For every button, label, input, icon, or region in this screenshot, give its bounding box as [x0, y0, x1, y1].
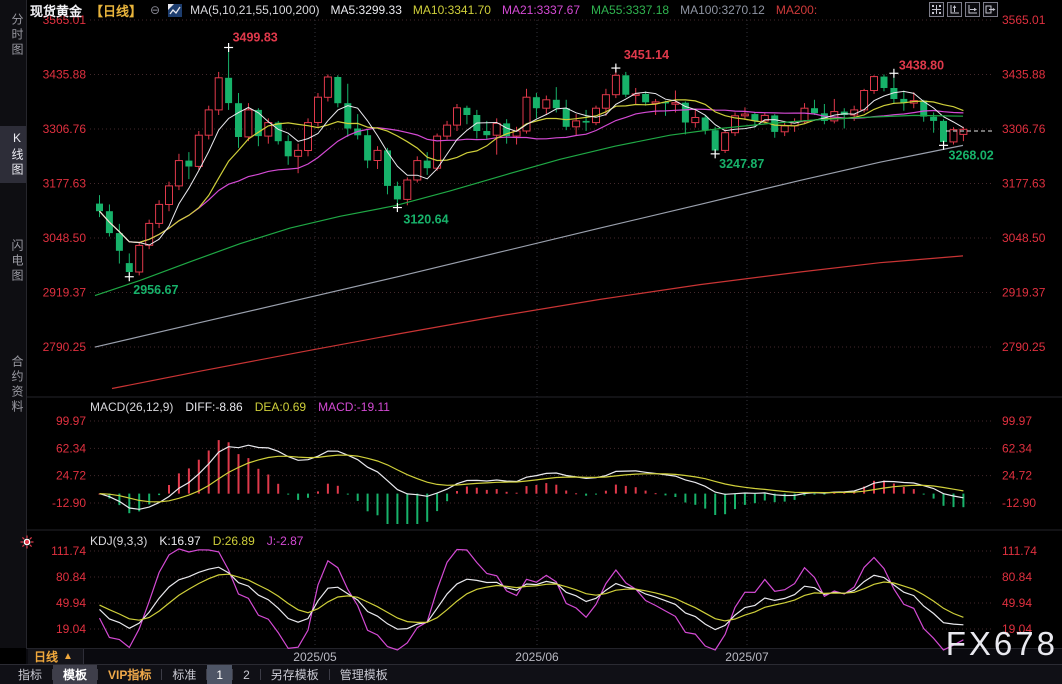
collapse-circle-icon[interactable]: ⊖	[150, 3, 160, 17]
svg-text:24.72: 24.72	[1002, 469, 1032, 483]
svg-text:24.72: 24.72	[56, 469, 86, 483]
value-label: MA(5,10,21,55,100,200)	[190, 3, 319, 17]
value-label: J:-2.87	[267, 534, 304, 548]
chart-header: 现货黄金 【日线】 ⊖ MA(5,10,21,55,100,200) MA5:32…	[30, 2, 817, 18]
tab-管理模板[interactable]: 管理模板	[330, 665, 398, 684]
svg-text:3306.76: 3306.76	[43, 122, 87, 136]
macd-header[interactable]: MACD(26,12,9) DIFF:-8.86 DEA:0.69 MACD:-19.…	[90, 400, 390, 414]
pan-icon[interactable]	[929, 2, 944, 17]
svg-text:49.94: 49.94	[1002, 596, 1032, 610]
value-label: KDJ(9,3,3)	[90, 534, 147, 548]
tab-1[interactable]: 1	[207, 665, 232, 684]
svg-text:80.84: 80.84	[56, 570, 86, 584]
collapse-arrow-icon: ▲	[63, 651, 73, 662]
sidebar-item-0[interactable]: 分时图	[0, 8, 26, 63]
svg-text:3435.88: 3435.88	[1002, 68, 1046, 82]
sidebar-item-3[interactable]: 合约资料	[0, 350, 26, 420]
svg-text:2919.37: 2919.37	[43, 285, 87, 299]
instrument-title: 现货黄金	[30, 1, 82, 20]
value-label: DIFF:-8.86	[185, 400, 242, 414]
svg-text:2790.25: 2790.25	[1002, 340, 1046, 354]
svg-text:-12.90: -12.90	[52, 496, 86, 510]
svg-text:2919.37: 2919.37	[1002, 285, 1046, 299]
value-label: MACD:-19.11	[318, 400, 390, 414]
svg-text:3048.50: 3048.50	[43, 231, 87, 245]
svg-text:3268.02: 3268.02	[949, 148, 994, 162]
x-axis-strip	[26, 648, 1062, 665]
svg-text:111.74: 111.74	[1002, 544, 1037, 558]
ma-values: MA(5,10,21,55,100,200) MA5:3299.33 MA10:33…	[190, 3, 817, 17]
kdj-alert-icon[interactable]	[20, 535, 34, 554]
scale-up-icon[interactable]	[947, 2, 962, 17]
svg-text:3435.88: 3435.88	[43, 68, 87, 82]
svg-text:3177.63: 3177.63	[43, 176, 87, 190]
kdj-header[interactable]: KDJ(9,3,3) K:16.97 D:26.89 J:-2.87	[90, 534, 303, 548]
value-label: MACD(26,12,9)	[90, 400, 173, 414]
tab-模板[interactable]: 模板	[53, 665, 97, 684]
value-label: MA5:3299.33	[331, 3, 402, 17]
svg-text:2790.25: 2790.25	[43, 340, 87, 354]
sidebar-item-1[interactable]: K线图	[0, 126, 26, 183]
svg-text:3438.80: 3438.80	[899, 58, 944, 72]
svg-text:111.74: 111.74	[51, 544, 86, 558]
svg-text:-12.90: -12.90	[1002, 496, 1036, 510]
svg-text:49.94: 49.94	[56, 596, 86, 610]
svg-text:3120.64: 3120.64	[403, 213, 448, 227]
watermark: FX678	[946, 625, 1058, 663]
value-label: MA200:	[776, 3, 817, 17]
svg-text:62.34: 62.34	[56, 441, 86, 455]
bottom-tabbar: 指标模板VIP指标标准12另存模板管理模板	[0, 664, 1062, 684]
sidebar-item-2[interactable]: 闪电图	[0, 234, 26, 289]
svg-text:3565.01: 3565.01	[1002, 13, 1046, 27]
value-label: MA10:3341.70	[413, 3, 491, 17]
period-selector[interactable]: 日线 ▲	[28, 649, 84, 664]
tab-2[interactable]: 2	[233, 665, 260, 684]
svg-text:80.84: 80.84	[1002, 570, 1032, 584]
svg-text:99.97: 99.97	[56, 414, 86, 428]
svg-text:99.97: 99.97	[1002, 414, 1032, 428]
value-label: K:16.97	[159, 534, 200, 548]
svg-text:3247.87: 3247.87	[719, 157, 764, 171]
tab-另存模板[interactable]: 另存模板	[261, 665, 329, 684]
chart-canvas[interactable]: 3565.013565.013435.883435.883306.763306.…	[0, 0, 1062, 664]
tab-VIP指标[interactable]: VIP指标	[98, 665, 161, 684]
value-label: DEA:0.69	[255, 400, 306, 414]
svg-text:3499.83: 3499.83	[233, 31, 278, 45]
trading-app-window: 分时图 K线图闪电图合约资料 现货黄金 【日线】 ⊖ MA(5,10,21,55,…	[0, 0, 1062, 684]
svg-text:62.34: 62.34	[1002, 441, 1032, 455]
value-label: D:26.89	[213, 534, 255, 548]
exit-panel-icon[interactable]	[983, 2, 998, 17]
value-label: MA21:3337.67	[502, 3, 580, 17]
svg-text:2956.67: 2956.67	[133, 283, 178, 297]
svg-text:3177.63: 3177.63	[1002, 176, 1046, 190]
value-label: MA55:3337.18	[591, 3, 669, 17]
chart-type-icon[interactable]	[168, 4, 182, 17]
scale-right-icon[interactable]	[965, 2, 980, 17]
svg-text:19.04: 19.04	[56, 622, 86, 636]
value-label: MA100:3270.12	[680, 3, 765, 17]
svg-text:3451.14: 3451.14	[624, 48, 669, 62]
tab-指标[interactable]: 指标	[8, 665, 52, 684]
period-label: 日线	[34, 648, 58, 665]
period-tag: 【日线】	[90, 1, 142, 20]
svg-text:3048.50: 3048.50	[1002, 231, 1046, 245]
tab-标准[interactable]: 标准	[162, 665, 206, 684]
chart-toolbar	[929, 2, 998, 17]
svg-text:3306.76: 3306.76	[1002, 122, 1046, 136]
